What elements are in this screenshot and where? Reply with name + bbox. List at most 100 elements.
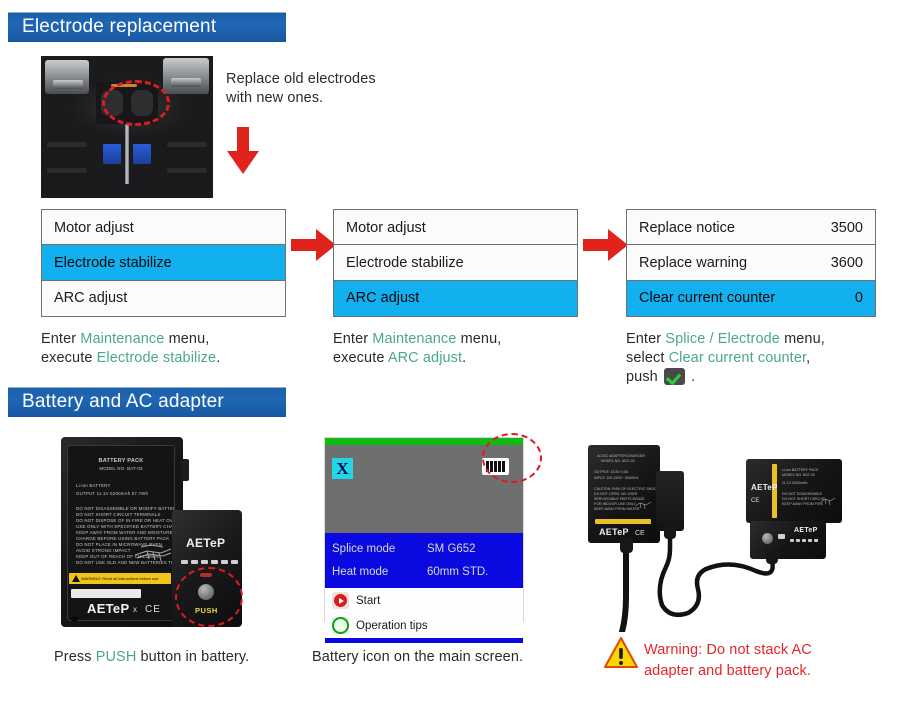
menu-item-label: Motor adjust: [346, 219, 426, 236]
caption-text: .: [216, 350, 221, 366]
warning-line-1: Warning: Do not stack AC: [644, 642, 812, 658]
caption-text: ,: [806, 350, 811, 366]
arrow-right-menu2-to-menu3: [583, 229, 628, 261]
battery-pack-body: BATTERY PACK MODEL NO. BAT-03 Li-ion BAT…: [61, 437, 189, 627]
battery-title: BATTERY PACK: [98, 458, 144, 464]
menu-item-value: 3600: [830, 254, 863, 271]
battery-small-brand: AETeP: [186, 536, 226, 550]
list-item[interactable]: Start: [325, 588, 523, 613]
caption-text: execute: [41, 350, 97, 366]
highlighted-term: PUSH: [95, 649, 137, 665]
splice-electrode-menu[interactable]: Replace notice 3500 Replace warning 3600…: [626, 209, 876, 317]
menu-item-label: ARC adjust: [346, 290, 420, 307]
battery-brand: AETeP: [87, 601, 130, 616]
menu-item-label: ARC adjust: [54, 290, 128, 307]
menu-item-label: Motor adjust: [54, 219, 134, 236]
intro-line-2: with new ones.: [226, 90, 324, 106]
caption-text: Enter: [41, 331, 81, 347]
start-icon: [332, 592, 349, 609]
caption-text: menu,: [164, 331, 210, 347]
battery-warning-strip: WARNING: Read all instructions before us…: [69, 573, 171, 584]
menu-item-value: 0: [854, 290, 863, 307]
splice-mode-label: Splice mode: [332, 542, 396, 555]
caption-menu-1: Enter Maintenance menu, execute Electrode…: [41, 330, 321, 368]
ac-adapter-photo: AC/DC ADAPTER/CHARGER MODEL NO. ADC-03 O…: [570, 437, 870, 632]
highlighted-term: Maintenance: [80, 331, 165, 347]
caption-text: push: [626, 369, 662, 385]
heat-mode-value: 60mm STD.: [427, 565, 489, 578]
screen-bottom-bar: [325, 638, 523, 643]
highlighted-term: Splice / Electrode: [665, 331, 780, 347]
caption-warning-stack: Warning: Do not stack AC adapter and bat…: [644, 640, 894, 682]
caption-text: button in battery.: [136, 649, 250, 665]
caption-menu-2: Enter Maintenance menu, execute ARC adjus…: [333, 330, 603, 368]
splice-mode-value: SM G652: [427, 542, 476, 555]
warning-triangle-icon: [604, 637, 638, 668]
x-icon[interactable]: X: [332, 458, 353, 479]
highlight-circle-push-button: [175, 567, 243, 627]
heat-mode-label: Heat mode: [332, 565, 389, 578]
caption-text: select: [626, 350, 669, 366]
table-row[interactable]: Electrode stabilize: [41, 244, 286, 282]
arrow-down-photo-to-menu: [227, 127, 259, 174]
section-banner-battery-ac-adapter: Battery and AC adapter: [8, 387, 286, 417]
battery-pack-photo: BATTERY PACK MODEL NO. BAT-03 Li-ion BAT…: [52, 437, 248, 633]
table-row[interactable]: ARC adjust: [41, 279, 286, 317]
highlighted-term: Clear current counter: [668, 350, 807, 366]
caption-text: .: [462, 350, 467, 366]
splicer-electrode-photo: [41, 56, 213, 198]
caption-text: Press: [54, 649, 96, 665]
intro-line-1: Replace old electrodes: [226, 71, 376, 87]
menu-item-label: Replace notice: [639, 219, 735, 236]
caption-text: menu,: [779, 331, 825, 347]
caption-text: Enter: [626, 331, 666, 347]
battery-pack-small-body: AETeP PUSH: [172, 510, 243, 627]
highlighted-term: Electrode stabilize: [96, 350, 217, 366]
highlight-circle-electrodes: [102, 80, 170, 126]
operation-tips-icon: [332, 617, 349, 634]
menu-item-value: 3500: [830, 219, 863, 236]
battery-type: Li-ion BATTERY: [76, 483, 111, 488]
battery-led-indicators: [181, 560, 238, 564]
battery-warning-text: WARNING: Read all instructions before us…: [81, 576, 159, 581]
section-banner-electrode-replacement: Electrode replacement: [8, 12, 286, 42]
menu-item-label: Clear current counter: [639, 290, 776, 307]
ac-adapter-cables: [619, 525, 778, 632]
caption-text: .: [686, 369, 696, 385]
arrow-right-menu1-to-menu2: [291, 229, 336, 261]
intro-text-electrode: Replace old electrodes with new ones.: [226, 70, 436, 108]
manual-page: Electrode replacement Replace old electr…: [0, 0, 897, 709]
highlighted-term: Maintenance: [372, 331, 457, 347]
menu-item-label: Electrode stabilize: [54, 254, 172, 271]
highlighted-term: ARC adjust: [387, 350, 463, 366]
menu-item-label: Replace warning: [639, 254, 748, 271]
battery-model: MODEL NO. BAT-03: [99, 466, 143, 471]
caption-menu-3: Enter Splice / Electrode menu, select Cle…: [626, 330, 891, 387]
table-row[interactable]: ARC adjust: [333, 279, 578, 317]
caption-battery-icon: Battery icon on the main screen.: [312, 649, 524, 665]
section-title-battery: Battery and AC adapter: [22, 391, 224, 412]
table-row[interactable]: Replace warning 3600: [626, 244, 876, 282]
caption-text: menu,: [456, 331, 502, 347]
caption-text: execute: [333, 350, 388, 366]
maintenance-menu-electrode-stabilize[interactable]: Motor adjust Electrode stabilize ARC adj…: [41, 209, 286, 317]
section-title-electrode: Electrode replacement: [22, 16, 217, 37]
menu-item-label: Electrode stabilize: [346, 254, 464, 271]
caption-battery-push: Press PUSH button in battery.: [54, 648, 304, 667]
checkmark-button-icon: [663, 368, 685, 385]
maintenance-menu-arc-adjust[interactable]: Motor adjust Electrode stabilize ARC adj…: [333, 209, 578, 317]
screen-mode-panel: Splice mode SM G652 Heat mode 60mm STD.: [325, 533, 523, 588]
list-item[interactable]: Splice mode SM G652: [325, 537, 523, 560]
table-row[interactable]: Motor adjust: [333, 209, 578, 246]
operation-tips-label: Operation tips: [356, 619, 428, 632]
list-item[interactable]: Operation tips: [325, 613, 523, 638]
highlight-circle-battery-icon: [482, 433, 542, 483]
table-row[interactable]: Motor adjust: [41, 209, 286, 246]
list-item[interactable]: Heat mode 60mm STD.: [325, 560, 523, 583]
battery-ce-mark: CE: [145, 604, 161, 615]
table-row[interactable]: Electrode stabilize: [333, 244, 578, 282]
screen-actions-panel: Start Operation tips: [325, 588, 523, 638]
table-row[interactable]: Replace notice 3500: [626, 209, 876, 246]
start-label: Start: [356, 594, 381, 607]
table-row[interactable]: Clear current counter 0: [626, 279, 876, 317]
